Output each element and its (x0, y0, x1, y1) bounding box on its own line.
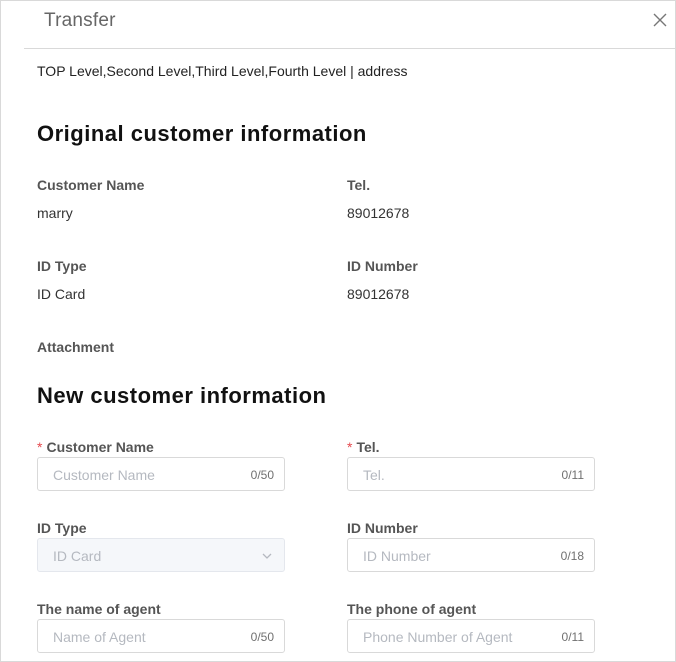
customer-name-count: 0/50 (250, 468, 274, 482)
id-number-placeholder: ID Number (363, 548, 431, 564)
close-icon[interactable] (652, 12, 668, 28)
new-tel-label: * Tel. (347, 439, 380, 455)
id-number-input[interactable]: ID Number 0/18 (347, 538, 595, 572)
required-mark: * (37, 439, 43, 455)
tel-input[interactable]: Tel. 0/11 (347, 457, 595, 491)
original-tel-value: 89012678 (347, 205, 410, 221)
original-customer-name-label: Customer Name (37, 177, 145, 193)
agent-name-input[interactable]: Name of Agent 0/50 (37, 619, 285, 653)
original-id-type-label: ID Type (37, 258, 87, 274)
original-section-title: Original customer information (37, 121, 367, 146)
original-id-number-value: 89012678 (347, 286, 410, 302)
id-number-count: 0/18 (560, 549, 584, 563)
agent-phone-label: The phone of agent (347, 601, 477, 617)
new-id-number-label: ID Number (347, 520, 418, 536)
agent-name-placeholder: Name of Agent (53, 629, 146, 645)
transfer-dialog: Transfer TOP Level,Second Level,Third Le… (0, 0, 676, 662)
customer-name-input[interactable]: Customer Name 0/50 (37, 457, 285, 491)
original-id-type-value: ID Card (37, 286, 86, 302)
dialog-title: Transfer (44, 10, 116, 31)
new-section-title: New customer information (37, 383, 327, 408)
original-tel-label: Tel. (347, 177, 371, 193)
original-attachment-label: Attachment (37, 339, 115, 355)
chevron-down-icon (262, 553, 272, 559)
tel-placeholder: Tel. (363, 467, 385, 483)
id-type-selected: ID Card (53, 548, 102, 564)
new-customer-name-label: * Customer Name (37, 439, 154, 455)
location-path: TOP Level,Second Level,Third Level,Fourt… (37, 63, 408, 79)
new-id-type-label: ID Type (37, 520, 87, 536)
customer-name-placeholder: Customer Name (53, 467, 155, 483)
agent-name-count: 0/50 (250, 630, 274, 644)
original-customer-name-value: marry (37, 205, 73, 221)
agent-phone-count: 0/11 (561, 630, 584, 644)
agent-phone-placeholder: Phone Number of Agent (363, 629, 513, 645)
tel-count: 0/11 (561, 468, 584, 482)
agent-phone-input[interactable]: Phone Number of Agent 0/11 (347, 619, 595, 653)
original-id-number-label: ID Number (347, 258, 418, 274)
agent-name-label: The name of agent (37, 601, 161, 617)
dialog-header: Transfer (24, 1, 676, 49)
required-mark: * (347, 439, 353, 455)
id-type-select[interactable]: ID Card (37, 538, 285, 572)
